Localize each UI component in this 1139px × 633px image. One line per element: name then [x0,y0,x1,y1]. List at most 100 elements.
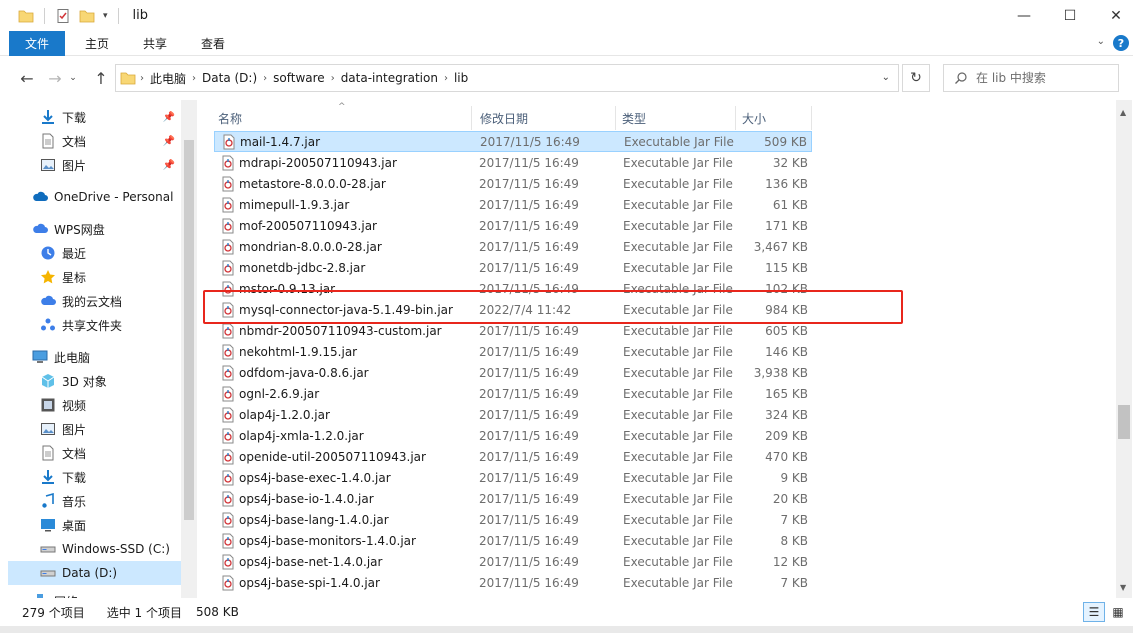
file-row[interactable]: mondrian-8.0.0.0-28.jar 2017/11/5 16:49 Ex… [214,236,812,257]
column-header-row: 名称 ^ 修改日期 类型 大小 [200,102,1116,130]
file-row[interactable]: olap4j-xmla-1.2.0.jar 2017/11/5 16:49 Exec… [214,425,812,446]
breadcrumb-chevron-icon[interactable]: › [192,73,196,84]
file-size: 32 KB [772,155,808,170]
file-row[interactable]: ops4j-base-exec-1.4.0.jar 2017/11/5 16:49… [214,467,812,488]
scroll-down-icon[interactable]: ▼ [1120,583,1126,592]
file-row[interactable]: ops4j-base-io-1.4.0.jar 2017/11/5 16:49 Ex… [214,488,812,509]
sidebar-item[interactable]: 桌面 [8,513,181,537]
file-size: 146 KB [765,344,808,359]
large-icons-view-button[interactable]: ▦ [1107,602,1129,622]
file-name: mstor-0.9.13.jar [239,281,336,296]
file-row[interactable]: ops4j-base-net-1.4.0.jar 2017/11/5 16:49 E… [214,551,812,572]
sidebar-item[interactable]: 图片 📌 [8,153,181,177]
address-bar[interactable]: › 此电脑 › Data (D:) › software › data-inte… [115,64,899,92]
breadcrumb-data-integration[interactable]: data-integration [341,71,438,85]
sidebar-item[interactable]: 视频 [8,393,181,417]
expand-ribbon-icon[interactable]: ⌄ [1097,36,1105,47]
sidebar-item[interactable]: 此电脑 [8,345,181,369]
shared-folder-icon [41,318,55,331]
file-row[interactable]: mysql-connector-java-5.1.49-bin.jar 2022/… [214,299,812,320]
sidebar-item[interactable]: 下载 📌 [8,105,181,129]
file-row[interactable]: ops4j-base-monitors-1.4.0.jar 2017/11/5 1… [214,530,812,551]
sidebar-item[interactable]: WPS网盘 [8,217,181,241]
sidebar-item[interactable]: Data (D:) [8,561,181,585]
file-row[interactable]: mdrapi-200507110943.jar 2017/11/5 16:49 Ex… [214,152,812,173]
file-size: 605 KB [765,323,808,338]
tab-file[interactable]: 文件 [9,31,65,56]
column-header-name[interactable]: 名称 ^ [200,102,472,130]
file-row[interactable]: olap4j-1.2.0.jar 2017/11/5 16:49 Executabl… [214,404,812,425]
file-row[interactable]: odfdom-java-0.8.6.jar 2017/11/5 16:49 Exec… [214,362,812,383]
sidebar-item[interactable]: 文档 📌 [8,129,181,153]
search-input[interactable] [976,71,1106,85]
column-header-type[interactable]: 类型 [616,106,736,130]
column-header-size-label: 大小 [742,111,767,126]
sidebar-item[interactable]: 文档 [8,441,181,465]
jar-file-icon [222,218,234,233]
recent-locations-dropdown[interactable]: ⌄ [66,65,80,91]
sidebar-item[interactable]: 网络 [8,589,181,598]
file-row[interactable]: mail-1.4.7.jar 2017/11/5 16:49 Executable … [214,131,812,152]
breadcrumb-chevron-icon[interactable]: › [331,73,335,84]
file-row[interactable]: openide-util-200507110943.jar 2017/11/5 1… [214,446,812,467]
sidebar-item[interactable]: Windows-SSD (C:) [8,537,181,561]
file-type: Executable Jar File [623,575,733,590]
back-button[interactable]: ← [14,65,40,91]
file-row[interactable]: ognl-2.6.9.jar 2017/11/5 16:49 Executable … [214,383,812,404]
forward-button[interactable]: → [42,65,68,91]
file-row[interactable]: monetdb-jdbc-2.8.jar 2017/11/5 16:49 Execu… [214,257,812,278]
file-name: mysql-connector-java-5.1.49-bin.jar [239,302,453,317]
minimize-button[interactable]: — [1001,0,1047,31]
file-type: Executable Jar File [623,323,733,338]
file-row[interactable]: mstor-0.9.13.jar 2017/11/5 16:49 Executabl… [214,278,812,299]
file-row[interactable]: metastore-8.0.0.0-28.jar 2017/11/5 16:49 E… [214,173,812,194]
file-row[interactable]: mimepull-1.9.3.jar 2017/11/5 16:49 Executa… [214,194,812,215]
sidebar-item[interactable]: 星标 [8,265,181,289]
file-type: Executable Jar File [623,218,733,233]
sidebar-item[interactable]: 共享文件夹 [8,313,181,337]
sidebar-item[interactable]: 音乐 [8,489,181,513]
tab-home[interactable]: 主页 [71,31,123,56]
tab-share[interactable]: 共享 [129,31,181,56]
breadcrumb-lib[interactable]: lib [454,71,468,85]
scroll-up-icon[interactable]: ▲ [1120,108,1126,117]
breadcrumb-this-pc[interactable]: 此电脑 [150,70,186,87]
sidebar-item[interactable]: 最近 [8,241,181,265]
navigation-pane-scrollbar[interactable] [181,100,197,598]
sidebar-item[interactable]: 我的云文档 [8,289,181,313]
file-row[interactable]: ops4j-base-spi-1.4.0.jar 2017/11/5 16:49 E… [214,572,812,593]
breadcrumb-software[interactable]: software [273,71,325,85]
breadcrumb-data-d[interactable]: Data (D:) [202,71,257,85]
sidebar-item[interactable]: OneDrive - Personal [8,185,181,209]
search-box[interactable] [943,64,1119,92]
file-row[interactable]: nekohtml-1.9.15.jar 2017/11/5 16:49 Execut… [214,341,812,362]
properties-icon[interactable] [55,8,71,24]
column-header-date[interactable]: 修改日期 [472,106,616,130]
file-list-scrollbar[interactable]: ▲ ▼ [1116,100,1132,598]
help-icon[interactable]: ? [1113,35,1129,51]
file-row[interactable]: ops4j-base-lang-1.4.0.jar 2017/11/5 16:49… [214,509,812,530]
breadcrumb-chevron-icon[interactable]: › [140,73,144,84]
jar-file-icon [222,554,234,569]
maximize-button[interactable]: ☐ [1047,0,1093,31]
tab-view[interactable]: 查看 [187,31,239,56]
breadcrumb-chevron-icon[interactable]: › [444,73,448,84]
sidebar-item[interactable]: 下载 [8,465,181,489]
sidebar-item[interactable]: 图片 [8,417,181,441]
refresh-button[interactable]: ↻ [902,64,930,92]
file-row[interactable]: nbmdr-200507110943-custom.jar 2017/11/5 1… [214,320,812,341]
scrollbar-thumb[interactable] [1118,405,1130,439]
address-dropdown-icon[interactable]: ⌄ [882,72,890,83]
breadcrumb-chevron-icon[interactable]: › [263,73,267,84]
new-folder-icon[interactable] [79,8,95,24]
column-header-size[interactable]: 大小 [736,106,812,130]
details-view-button[interactable]: ☰ [1083,602,1105,622]
sidebar-item[interactable]: 3D 对象 [8,369,181,393]
customize-toolbar-dropdown-icon[interactable]: ▾ [103,11,108,21]
file-type: Executable Jar File [623,239,733,254]
up-button[interactable]: ↑ [88,65,114,91]
scrollbar-thumb[interactable] [184,140,194,520]
cube-icon [41,374,55,388]
file-row[interactable]: mof-200507110943.jar 2017/11/5 16:49 Execu… [214,215,812,236]
file-size: 7 KB [780,512,808,527]
